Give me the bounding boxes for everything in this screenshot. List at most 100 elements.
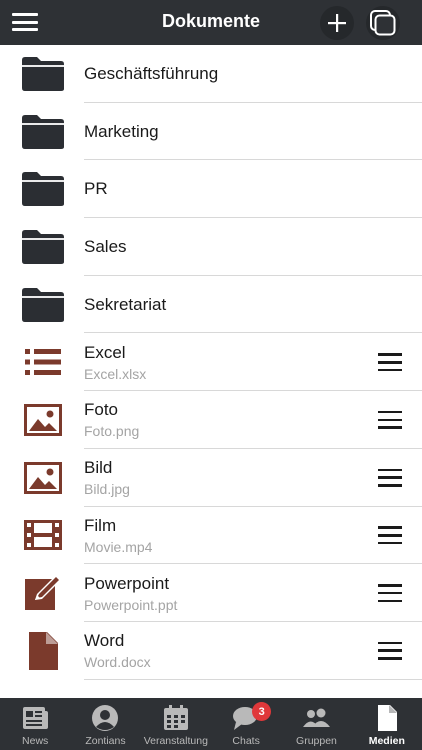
folder-text: Sales: [84, 237, 362, 257]
menu-icon-line: [378, 368, 402, 372]
copy-icon: [366, 6, 400, 40]
document-list: Geschäftsführung Marketing PR Sales Sekr…: [0, 45, 422, 680]
menu-icon-line: [378, 584, 402, 587]
tab-news[interactable]: News: [0, 698, 70, 750]
row-menu-button[interactable]: [378, 641, 402, 661]
edit-icon: [20, 573, 66, 613]
file-icon: [372, 703, 402, 733]
tab-label: News: [22, 735, 49, 747]
folder-row[interactable]: Marketing: [0, 103, 422, 161]
person-icon: [90, 703, 120, 733]
plus-icon: [320, 6, 354, 40]
folder-icon: [20, 54, 66, 94]
file-filename: Movie.mp4: [84, 538, 153, 555]
file-row[interactable]: Film Movie.mp4: [0, 507, 422, 565]
file-filename: Powerpoint.ppt: [84, 596, 178, 613]
folder-icon: [20, 285, 66, 325]
menu-icon-line: [378, 426, 402, 429]
folder-row[interactable]: PR: [0, 160, 422, 218]
menu-icon-line: [378, 410, 402, 414]
film-icon: [20, 515, 66, 555]
folder-row[interactable]: Sales: [0, 218, 422, 276]
folder-text: Geschäftsführung: [84, 64, 362, 84]
folder-row[interactable]: Geschäftsführung: [0, 45, 422, 103]
file-name: Excel: [84, 342, 126, 362]
file-text: Bild Bild.jpg: [84, 458, 362, 497]
folder-name: PR: [84, 179, 108, 199]
file-row[interactable]: Powerpoint Powerpoint.ppt: [0, 564, 422, 622]
menu-icon-line: [378, 541, 402, 545]
bottom-tab-bar: News Zontians Veranstaltung Chats 3 Grup…: [0, 698, 422, 750]
row-menu-button[interactable]: [378, 583, 402, 603]
tab-zontians[interactable]: Zontians: [70, 698, 140, 750]
image-icon: [20, 458, 66, 498]
file-name: Bild: [84, 458, 113, 478]
file-name: Foto: [84, 400, 119, 420]
folder-name: Marketing: [84, 121, 159, 141]
file-name: Word: [84, 631, 125, 651]
menu-icon-line: [378, 599, 402, 603]
file-filename: Foto.png: [84, 423, 140, 440]
tab-label: Medien: [368, 735, 405, 747]
file-filename: Bild.jpg: [84, 481, 130, 498]
file-row[interactable]: Word Word.docx: [0, 622, 422, 680]
menu-icon-line: [378, 361, 402, 364]
row-menu-button[interactable]: [378, 468, 402, 488]
file-row[interactable]: Bild Bild.jpg: [0, 449, 422, 507]
folder-row[interactable]: Sekretariat: [0, 276, 422, 334]
folder-text: Sekretariat: [84, 295, 362, 315]
file-text: Excel Excel.xlsx: [84, 343, 362, 382]
file-row[interactable]: Excel Excel.xlsx: [0, 333, 422, 391]
file-text: Word Word.docx: [84, 631, 362, 670]
hamburger-icon-line: [12, 20, 38, 24]
file-name: Powerpoint: [84, 573, 170, 593]
file-text: Powerpoint Powerpoint.ppt: [84, 574, 362, 613]
tab-gruppen[interactable]: Gruppen: [281, 698, 351, 750]
row-menu-button[interactable]: [378, 352, 402, 372]
document-icon: [20, 631, 66, 671]
menu-icon-line: [378, 418, 402, 422]
menu-icon-line: [378, 526, 402, 529]
menu-icon-line: [378, 534, 402, 537]
menu-icon-line: [378, 657, 402, 660]
tab-label: Gruppen: [296, 735, 337, 747]
hamburger-icon-line: [12, 13, 38, 16]
tab-veranstaltung[interactable]: Veranstaltung: [141, 698, 211, 750]
row-menu-button[interactable]: [378, 410, 402, 430]
top-bar: Dokumente: [0, 0, 422, 45]
menu-icon-line: [378, 484, 402, 487]
newspaper-icon: [20, 703, 50, 733]
menu-icon-line: [378, 476, 402, 479]
menu-icon-line: [378, 641, 402, 645]
menu-icon-line: [378, 591, 402, 595]
file-text: Foto Foto.png: [84, 400, 362, 439]
folder-name: Sales: [84, 236, 127, 256]
add-button[interactable]: [320, 6, 354, 40]
folder-icon: [20, 112, 66, 152]
file-name: Film: [84, 515, 117, 535]
folder-name: Geschäftsführung: [84, 63, 219, 83]
copy-button[interactable]: [366, 6, 400, 40]
menu-icon-line: [378, 649, 402, 652]
list-icon: [20, 342, 66, 382]
tab-medien[interactable]: Medien: [352, 698, 422, 750]
file-row[interactable]: Foto Foto.png: [0, 391, 422, 449]
unread-badge: 3: [252, 702, 272, 721]
tab-label: Zontians: [85, 735, 126, 747]
hamburger-menu-button[interactable]: [12, 10, 38, 34]
folder-text: PR: [84, 179, 362, 199]
file-filename: Excel.xlsx: [84, 365, 147, 382]
folder-icon: [20, 227, 66, 267]
folder-name: Sekretariat: [84, 294, 167, 314]
tab-label: Chats: [232, 735, 260, 747]
folder-icon: [20, 169, 66, 209]
menu-icon-line: [378, 353, 402, 356]
file-filename: Word.docx: [84, 654, 151, 671]
calendar-icon: [161, 703, 191, 733]
row-menu-button[interactable]: [378, 525, 402, 545]
tab-chats[interactable]: Chats 3: [211, 698, 281, 750]
page-title: Dokumente: [161, 11, 260, 31]
group-icon: [301, 703, 331, 733]
folder-text: Marketing: [84, 122, 362, 142]
image-icon: [20, 400, 66, 440]
